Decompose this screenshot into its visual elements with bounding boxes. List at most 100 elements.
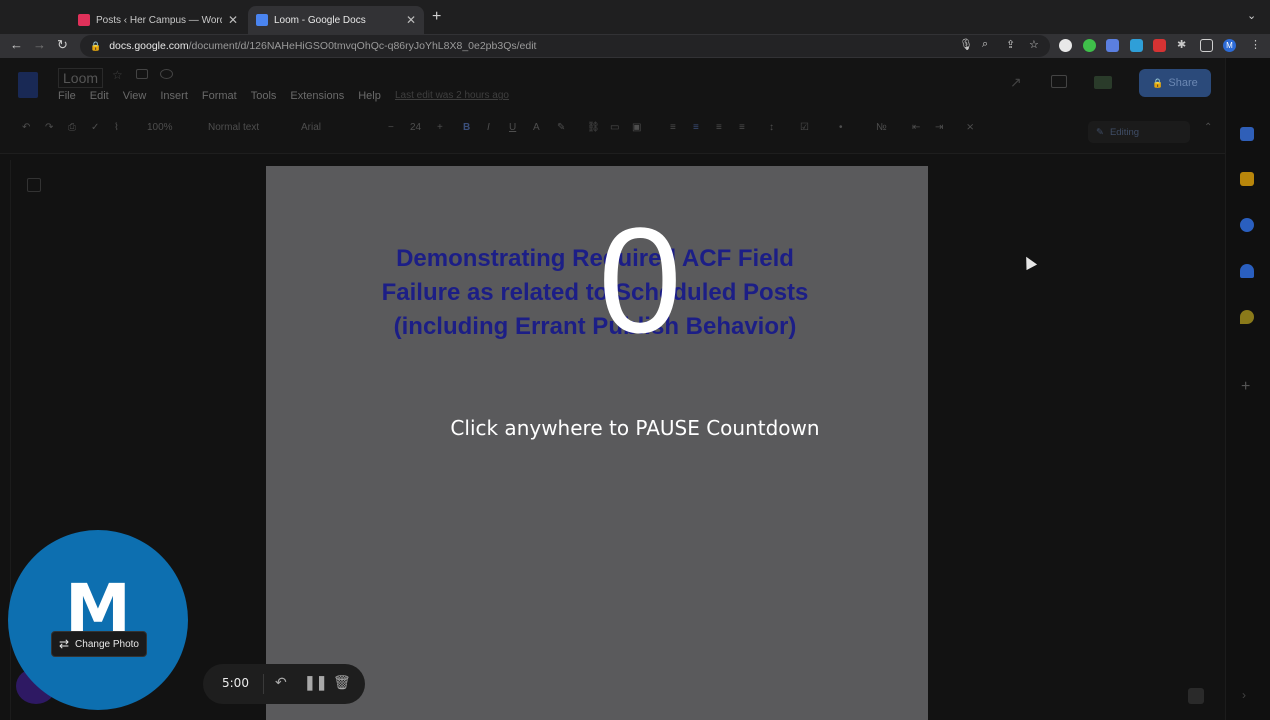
tab-title: Loom - Google Docs (274, 14, 366, 26)
menu-tools[interactable]: Tools (251, 90, 277, 102)
maps-icon[interactable] (1240, 310, 1254, 324)
link-icon[interactable]: ⛓ (587, 122, 600, 133)
change-photo-label: Change Photo (75, 638, 139, 650)
google-docs-logo-icon[interactable] (18, 72, 38, 98)
bookmark-star-icon[interactable]: ☆ (1029, 38, 1039, 51)
bulleted-list-icon[interactable]: • (839, 122, 843, 133)
browser-menu-icon[interactable]: ⋮ (1250, 38, 1261, 51)
reload-icon[interactable]: ↻ (57, 37, 68, 53)
extension-icon[interactable] (1130, 39, 1143, 52)
countdown-number: 0 (598, 196, 682, 364)
wordpress-favicon-icon (78, 14, 90, 26)
share-page-icon[interactable]: ⇪ (1006, 38, 1015, 51)
contacts-icon[interactable] (1240, 264, 1254, 278)
back-arrow-icon[interactable]: ← (10, 37, 23, 52)
menu-extensions[interactable]: Extensions (290, 90, 344, 102)
close-tab-icon[interactable]: ✕ (228, 13, 238, 27)
document-title[interactable]: Loom (58, 68, 104, 88)
pause-countdown-hint[interactable]: Click anywhere to PAUSE Countdown (400, 416, 870, 440)
trash-icon[interactable]: 🗑 (333, 674, 351, 691)
loom-recording-controls: 5:00 ↶ ❚❚ 🗑 (203, 664, 365, 704)
comment-icon[interactable]: ▭ (610, 122, 619, 133)
tab-search-chevron-icon[interactable]: ⌄ (1247, 9, 1256, 22)
underline-icon[interactable]: U (509, 122, 516, 133)
editing-mode-label: Editing (1109, 126, 1140, 138)
url-path: /document/d/126NAHeHiGSO0tmvqOhQc-q86ryJ… (188, 40, 537, 52)
line-spacing-icon[interactable]: ↕ (769, 122, 774, 133)
forward-arrow-icon[interactable]: → (33, 37, 46, 52)
microphone-icon[interactable]: 🎙 (959, 38, 973, 51)
pause-icon[interactable]: ❚❚ (304, 674, 327, 691)
align-right-icon[interactable]: ≡ (716, 122, 722, 133)
decrease-font-size-icon[interactable]: − (388, 122, 394, 133)
sidebar-toggle-icon[interactable] (1200, 39, 1213, 52)
redo-icon[interactable]: ↷ (45, 122, 53, 133)
extension-icon[interactable] (1083, 39, 1096, 52)
move-folder-icon[interactable] (136, 69, 148, 79)
menu-insert[interactable]: Insert (160, 90, 188, 102)
checklist-icon[interactable]: ☑ (800, 122, 809, 133)
clear-formatting-icon[interactable]: ⨯ (966, 122, 974, 133)
text-color-icon[interactable]: A (533, 122, 540, 133)
restart-icon[interactable]: ↶ (275, 674, 287, 691)
undo-icon[interactable]: ↶ (22, 122, 30, 133)
image-icon[interactable]: ▣ (632, 122, 641, 133)
tab-wordpress-posts[interactable]: Posts ‹ Her Campus — WordPress ✕ (70, 6, 246, 34)
font-select[interactable]: Arial (301, 122, 321, 133)
menu-view[interactable]: View (123, 90, 147, 102)
close-tab-icon[interactable]: ✕ (406, 13, 416, 27)
align-left-icon[interactable]: ≡ (670, 122, 676, 133)
bold-icon[interactable]: B (463, 122, 470, 133)
address-bar[interactable]: 🔒 docs.google.com/document/d/126NAHeHiGS… (80, 35, 1050, 57)
editing-mode-select[interactable]: ✎ Editing (1088, 121, 1190, 143)
keep-icon[interactable] (1240, 172, 1254, 186)
zoom-icon[interactable]: ⌕ (982, 38, 988, 51)
tasks-icon[interactable] (1240, 218, 1254, 232)
document-outline-icon[interactable] (27, 178, 41, 192)
meet-icon[interactable] (1094, 76, 1112, 89)
share-button[interactable]: 🔒 Share (1139, 69, 1211, 97)
last-edit-link[interactable]: Last edit was 2 hours ago (395, 90, 509, 101)
decrease-indent-icon[interactable]: ⇤ (912, 122, 920, 133)
justify-icon[interactable]: ≡ (739, 122, 745, 133)
lock-icon: 🔒 (1152, 77, 1164, 88)
profile-avatar[interactable]: M (1223, 39, 1236, 52)
italic-icon[interactable]: I (487, 122, 490, 133)
collapse-menus-chevron-icon[interactable]: ⌃ (1204, 122, 1212, 133)
extension-icon[interactable] (1153, 39, 1166, 52)
menu-format[interactable]: Format (202, 90, 237, 102)
calendar-icon[interactable] (1240, 127, 1254, 141)
numbered-list-icon[interactable]: № (876, 122, 887, 133)
swap-icon: ⇄ (58, 637, 70, 651)
change-photo-button[interactable]: ⇄ Change Photo (51, 631, 147, 657)
menu-edit[interactable]: Edit (90, 90, 109, 102)
extension-icon[interactable] (1059, 39, 1072, 52)
spellcheck-icon[interactable]: ✓ (91, 122, 99, 133)
paint-format-icon[interactable]: ⌇ (114, 122, 119, 133)
menu-help[interactable]: Help (358, 90, 381, 102)
extension-icon[interactable] (1106, 39, 1119, 52)
menu-file[interactable]: File (58, 90, 76, 102)
highlight-icon[interactable]: ✎ (557, 122, 565, 133)
new-tab-button[interactable]: + (432, 8, 441, 26)
print-icon[interactable]: ⎙ (68, 122, 76, 133)
extensions-puzzle-icon[interactable]: ✱ (1177, 38, 1186, 51)
add-on-plus-icon[interactable]: + (1241, 378, 1250, 396)
url-host: docs.google.com (109, 40, 189, 52)
style-select[interactable]: Normal text (208, 122, 259, 133)
browser-tab-strip: Posts ‹ Her Campus — WordPress ✕ Loom - … (0, 0, 1270, 34)
font-size-input[interactable]: 24 (410, 122, 421, 133)
activity-trend-icon[interactable]: ↗ (1010, 74, 1022, 91)
increase-font-size-icon[interactable]: + (437, 122, 443, 133)
comments-icon[interactable] (1051, 75, 1067, 88)
ruler[interactable] (0, 142, 1225, 154)
show-side-panel-chevron-icon[interactable]: › (1242, 688, 1246, 702)
explore-icon[interactable] (1188, 688, 1204, 704)
star-icon[interactable]: ☆ (112, 68, 123, 82)
loom-camera-bubble[interactable]: M (8, 530, 188, 710)
align-center-icon[interactable]: ≡ (693, 122, 699, 133)
zoom-select[interactable]: 100% (147, 122, 173, 133)
increase-indent-icon[interactable]: ⇥ (935, 122, 943, 133)
cloud-status-icon (160, 69, 173, 79)
tab-loom-google-docs[interactable]: Loom - Google Docs ✕ (248, 6, 424, 34)
